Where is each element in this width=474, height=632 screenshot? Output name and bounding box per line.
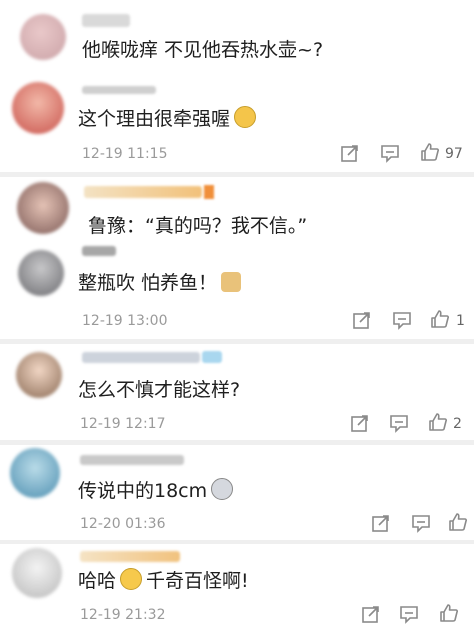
- thumbs-up-icon[interactable]: [448, 512, 468, 532]
- thumbs-up-icon[interactable]: [420, 142, 440, 162]
- share-icon[interactable]: [371, 513, 391, 533]
- avatar[interactable]: [20, 14, 66, 60]
- like-count: 97: [445, 146, 463, 162]
- avatar[interactable]: [12, 548, 62, 598]
- comment-text-part: 哈哈: [78, 570, 117, 592]
- username[interactable]: [82, 14, 130, 27]
- comment-text-content: 这个理由很牵强喔: [78, 108, 231, 130]
- timestamp: 12-20 01:36: [80, 516, 166, 532]
- badge-icon: [202, 351, 222, 363]
- smile-emoji-icon: [120, 568, 143, 590]
- avatar[interactable]: [18, 250, 64, 296]
- comment-text: 他喉咙痒 不见他吞热水壶~?: [82, 39, 324, 61]
- username[interactable]: [82, 246, 116, 256]
- avatar[interactable]: [17, 182, 69, 234]
- username[interactable]: [80, 551, 180, 562]
- comment-text-content: 整瓶吹 怕养鱼！: [78, 272, 218, 294]
- thumbs-up-icon[interactable]: [439, 603, 459, 623]
- divider: [0, 172, 474, 177]
- comment-text: 传说中的18cm: [78, 478, 234, 503]
- thumbs-up-icon[interactable]: [428, 412, 448, 432]
- comment-text-part: 千奇百怪啊!: [146, 570, 249, 592]
- divider: [0, 339, 474, 344]
- avatar[interactable]: [16, 352, 62, 398]
- username[interactable]: [84, 186, 202, 198]
- like-count: 1: [456, 313, 465, 329]
- divider: [0, 440, 474, 445]
- timestamp: 12-19 12:17: [80, 416, 166, 432]
- scared-face-emoji-icon: [211, 478, 234, 500]
- comment-text: 怎么不慎才能这样?: [78, 379, 241, 401]
- divider: [0, 540, 474, 544]
- share-icon[interactable]: [340, 143, 360, 163]
- share-icon[interactable]: [361, 604, 381, 624]
- avatar[interactable]: [12, 82, 64, 134]
- thumbs-up-icon[interactable]: [430, 309, 450, 329]
- username[interactable]: [80, 455, 184, 465]
- username[interactable]: [82, 86, 156, 94]
- like-count: 2: [453, 416, 462, 432]
- comment-text: 这个理由很牵强喔: [78, 106, 257, 131]
- username[interactable]: [82, 352, 200, 363]
- comment-icon[interactable]: [389, 413, 409, 433]
- glasses-emoji-icon: [234, 106, 257, 128]
- timestamp: 12-19 13:00: [82, 313, 168, 329]
- comment-icon[interactable]: [380, 143, 400, 163]
- avatar[interactable]: [10, 448, 60, 498]
- share-icon[interactable]: [352, 310, 372, 330]
- comment-icon[interactable]: [411, 513, 431, 533]
- comment-text: 整瓶吹 怕养鱼！: [78, 271, 242, 295]
- comment-text: 哈哈 千奇百怪啊!: [78, 568, 249, 593]
- comment-text-content: 传说中的18cm: [78, 480, 208, 502]
- timestamp: 12-19 21:32: [80, 607, 166, 623]
- comment-text: 鲁豫：“真的吗？我不信。”: [88, 215, 308, 237]
- timestamp: 12-19 11:15: [82, 146, 168, 162]
- comment-icon[interactable]: [399, 604, 419, 624]
- share-icon[interactable]: [350, 413, 370, 433]
- badge-icon: [204, 185, 214, 199]
- doge-emoji-icon: [221, 272, 242, 292]
- comment-icon[interactable]: [392, 310, 412, 330]
